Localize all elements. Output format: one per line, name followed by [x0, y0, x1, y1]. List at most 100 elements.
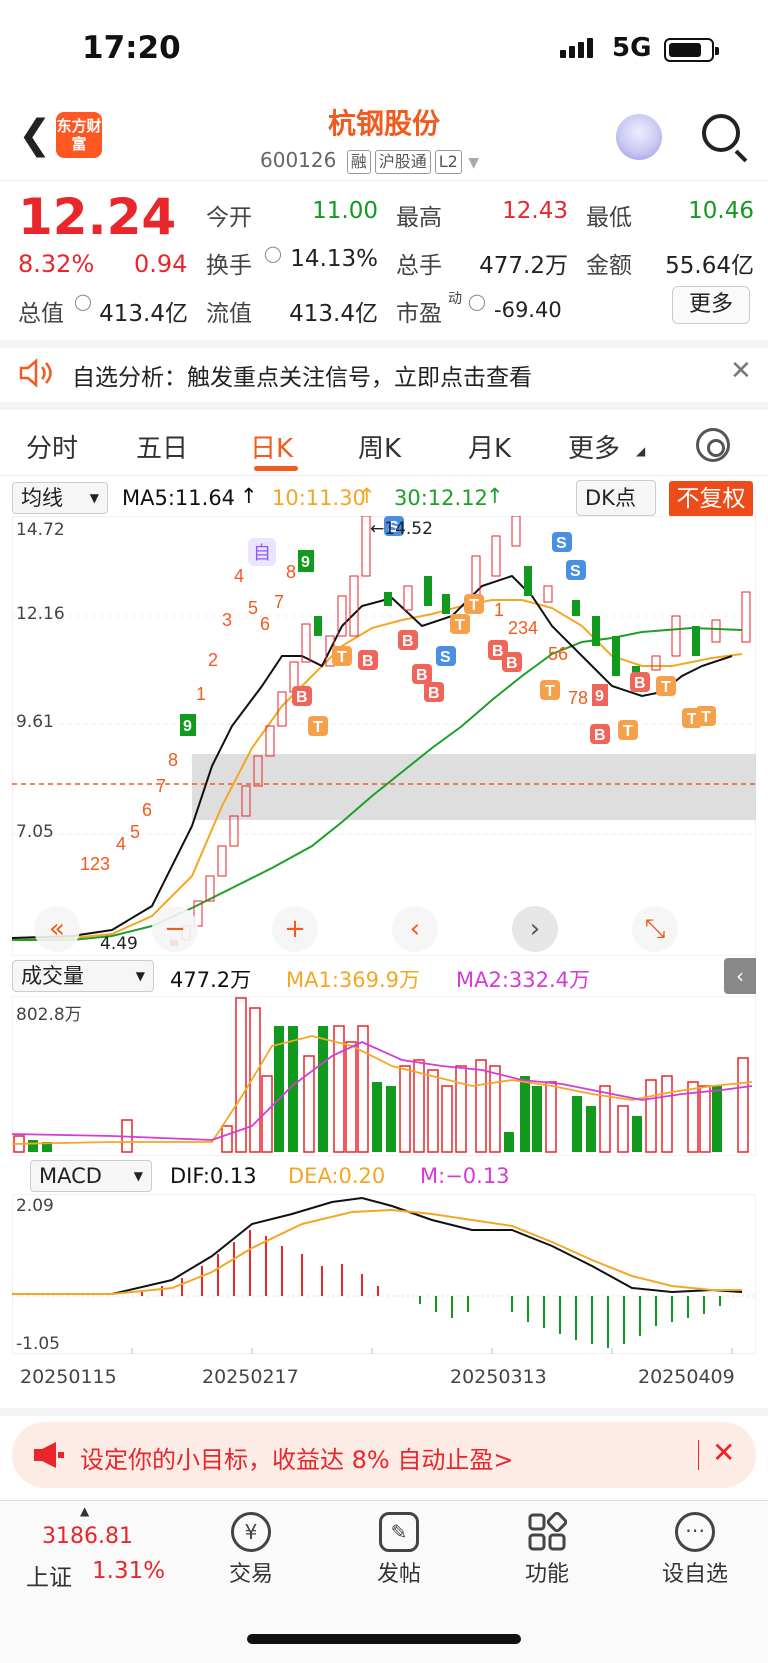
megaphone-icon: [34, 1442, 64, 1468]
index-name[interactable]: 上证: [26, 1558, 72, 1592]
svg-text:3: 3: [222, 610, 232, 630]
svg-text:5: 5: [130, 822, 140, 842]
macd-chart: [12, 1194, 756, 1354]
speaker-icon: [19, 358, 52, 388]
macd-m: M:−0.13: [420, 1164, 510, 1188]
change-value: 0.94: [134, 250, 188, 278]
svg-text:7: 7: [274, 592, 284, 612]
zoom-in-button[interactable]: +: [272, 906, 318, 952]
date-label-2: 20250217: [202, 1366, 299, 1388]
current-price: 12.24: [18, 188, 177, 246]
kline-chart[interactable]: B T T B S B B B S T T B B S S T B T B T …: [12, 516, 756, 956]
svg-text:T: T: [337, 649, 347, 666]
macd-dropdown-label: MACD: [39, 1164, 102, 1188]
label-total-cap: 总值: [18, 301, 64, 327]
tag-connect: 沪股通: [374, 150, 431, 174]
svg-text:9: 9: [183, 718, 192, 735]
nav-functions[interactable]: 功能: [492, 1511, 602, 1588]
svg-text:B: B: [506, 655, 518, 672]
svg-text:8: 8: [286, 562, 296, 582]
tab-more[interactable]: 更多: [568, 428, 620, 465]
svg-text:1: 1: [196, 684, 206, 704]
y-tick-4: 7.05: [16, 822, 54, 842]
ma30-value: 30:12.12: [394, 486, 488, 510]
macd-dea: DEA:0.20: [288, 1164, 386, 1188]
fullscreen-button[interactable]: ⤡: [632, 906, 678, 952]
label-low: 最低: [586, 205, 632, 231]
yen-icon: ¥: [231, 1512, 271, 1552]
svg-text:S: S: [556, 535, 567, 552]
svg-text:T: T: [623, 723, 633, 740]
date-label-4: 20250409: [638, 1366, 735, 1388]
notice-text[interactable]: 自选分析：触发重点关注信号，立即点击查看: [72, 358, 532, 392]
more-button[interactable]: 更多: [672, 286, 750, 324]
volume-chart: [12, 996, 756, 1156]
tab-monthly-k[interactable]: 月K: [468, 428, 511, 465]
tab-active-indicator: [254, 466, 298, 471]
date-label-3: 20250313: [450, 1366, 547, 1388]
ma-dropdown[interactable]: 均线 ▼: [12, 482, 108, 514]
zoom-out-button[interactable]: −: [152, 906, 198, 952]
svg-text:T: T: [545, 683, 555, 700]
dk-label: DK点: [585, 486, 636, 510]
assistant-robot-icon[interactable]: [616, 114, 662, 160]
nav-trade[interactable]: ¥ 交易: [196, 1512, 306, 1588]
tab-daily-k[interactable]: 日K: [250, 428, 293, 465]
value-amount: 55.64亿: [665, 253, 754, 279]
label-float-cap: 流值: [206, 301, 252, 327]
tab-weekly-k[interactable]: 周K: [358, 428, 401, 465]
label-volume: 总手: [396, 253, 442, 279]
tab-five-day[interactable]: 五日: [136, 428, 188, 465]
self-mark: 自: [253, 543, 271, 563]
svg-text:B: B: [634, 675, 646, 692]
search-icon[interactable]: [702, 114, 740, 152]
more-dots-icon: ⋯: [675, 1512, 715, 1552]
grid-icon: [527, 1511, 568, 1552]
y-tick-3: 9.61: [16, 712, 54, 732]
index-value[interactable]: 3186.81: [42, 1524, 133, 1549]
tab-intraday[interactable]: 分时: [26, 428, 78, 465]
nav-post[interactable]: ✎ 发帖: [344, 1512, 454, 1588]
value-total-cap: 413.4亿: [99, 301, 188, 327]
zoom-out-far-button[interactable]: «: [34, 906, 80, 952]
svg-text:B: B: [594, 727, 606, 744]
svg-text:4: 4: [116, 834, 126, 854]
scroll-left-button[interactable]: ‹: [392, 906, 438, 952]
svg-text:B: B: [416, 667, 428, 684]
promo-text[interactable]: 设定你的小目标，收益达 8% 自动止盈>: [80, 1440, 513, 1475]
adjust-button[interactable]: 不复权: [669, 481, 753, 517]
label-amount: 金额: [586, 253, 632, 279]
macd-y-max: 2.09: [16, 1196, 54, 1216]
dk-dropdown[interactable]: DK点 ◢: [576, 480, 656, 542]
volume-ma2: MA2:332.4万: [456, 968, 591, 992]
svg-text:56: 56: [548, 644, 568, 664]
macd-dropdown[interactable]: MACD ▼: [30, 1160, 152, 1192]
chevron-down-icon[interactable]: ▼: [468, 155, 479, 171]
volume-dropdown[interactable]: 成交量 ▼: [12, 960, 154, 992]
svg-text:78: 78: [568, 688, 588, 708]
macd-y-min: -1.05: [16, 1334, 60, 1354]
svg-text:T: T: [469, 597, 479, 614]
chevron-down-icon: ▼: [135, 969, 145, 983]
scroll-right-button[interactable]: ›: [512, 906, 558, 952]
close-icon[interactable]: ✕: [730, 356, 752, 386]
nav-add-watchlist[interactable]: ⋯ 设自选: [640, 1512, 750, 1588]
info-icon[interactable]: ◯: [468, 292, 486, 311]
svg-text:T: T: [687, 711, 697, 728]
svg-text:234: 234: [508, 618, 538, 638]
tag-margin: 融: [346, 150, 371, 174]
collapse-panel-button[interactable]: ‹: [724, 958, 756, 994]
close-icon[interactable]: ✕: [712, 1436, 735, 1469]
svg-text:6: 6: [260, 614, 270, 634]
chevron-down-icon: ▼: [133, 1169, 143, 1183]
svg-text:9: 9: [301, 554, 310, 571]
nav-trade-label: 交易: [228, 1562, 273, 1587]
gear-icon[interactable]: [696, 428, 730, 462]
svg-text:B: B: [402, 633, 414, 650]
info-icon[interactable]: ◯: [264, 244, 282, 263]
arrow-up-icon: ↑: [486, 484, 504, 508]
tag-l2: L2: [434, 150, 462, 174]
index-percent[interactable]: 1.31%: [92, 1558, 165, 1584]
volume-dropdown-label: 成交量: [21, 964, 84, 988]
svg-text:T: T: [313, 719, 323, 736]
